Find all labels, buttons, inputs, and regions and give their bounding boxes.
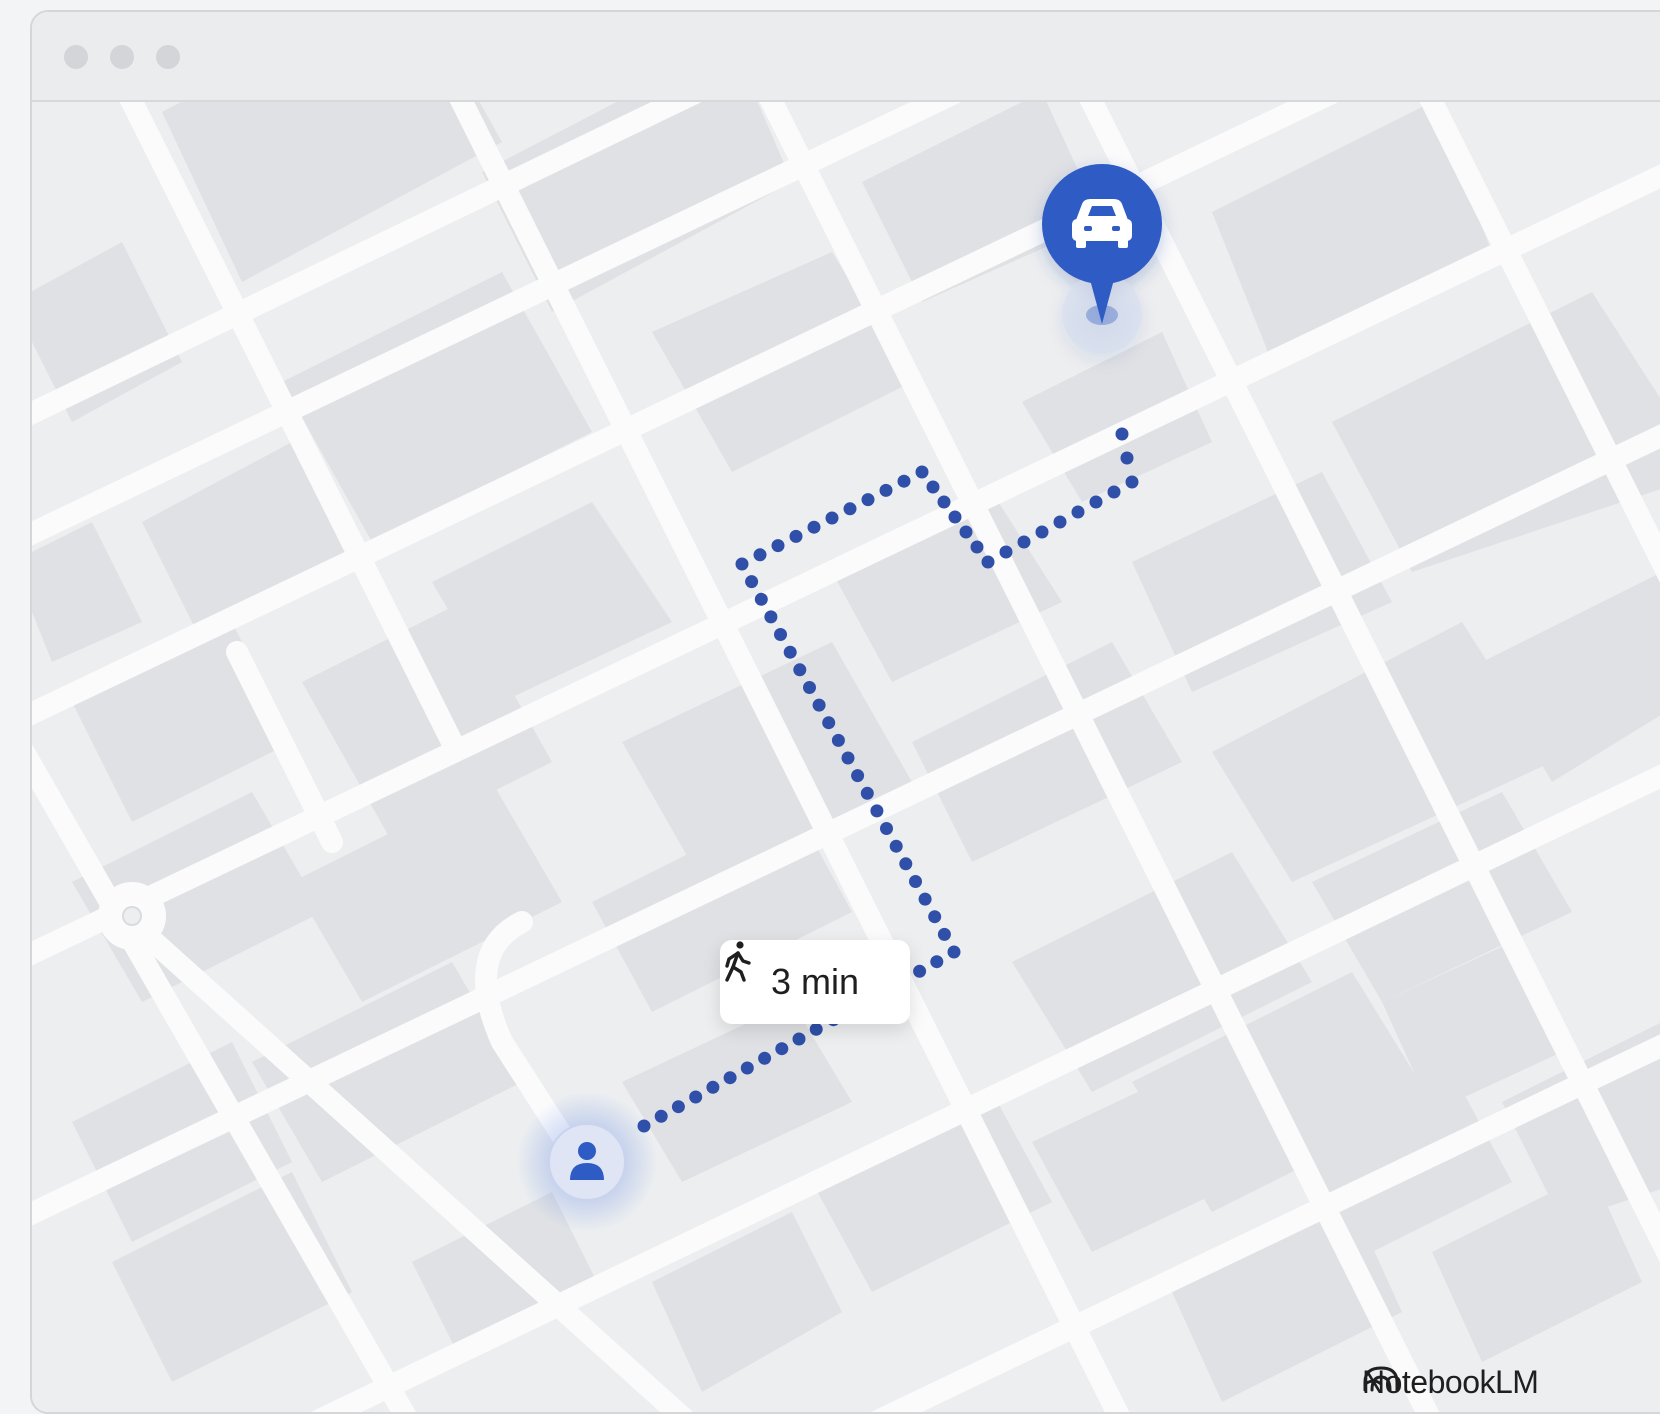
route-dot <box>880 822 893 835</box>
route-dot <box>1107 485 1121 499</box>
route-dot <box>831 733 845 747</box>
roundabout <box>98 882 166 950</box>
route-dot <box>970 540 984 554</box>
route-dot <box>654 1109 668 1123</box>
window-minimize-button[interactable] <box>110 45 134 69</box>
user-location-marker[interactable] <box>517 1092 657 1232</box>
notebooklm-logo-icon <box>1363 1366 1399 1392</box>
walking-time-label: 3 min <box>770 961 860 1002</box>
window-maximize-button[interactable] <box>156 45 180 69</box>
route-dot <box>1125 475 1139 489</box>
walking-time-badge: 3 min <box>720 940 910 1024</box>
window-close-button[interactable] <box>64 45 88 69</box>
route-dot <box>753 548 767 562</box>
route-dot <box>789 529 803 543</box>
route-dot <box>981 555 995 569</box>
map-canvas[interactable]: 3 min NotebookLM <box>32 102 1660 1412</box>
route-dot <box>754 592 768 606</box>
route-dot <box>1089 495 1103 509</box>
browser-window: 3 min NotebookLM <box>30 10 1660 1414</box>
route-dot <box>723 1071 737 1085</box>
route-dot <box>937 927 951 941</box>
route-dot <box>897 474 911 488</box>
route-dot <box>793 663 807 677</box>
route-dot <box>822 716 836 730</box>
route-dot <box>775 1042 789 1056</box>
route-dot <box>947 945 961 959</box>
route-dot <box>1053 515 1067 529</box>
route-dot <box>909 875 922 888</box>
route-dot <box>771 539 785 553</box>
route-dot <box>841 751 855 765</box>
route-dot <box>1120 451 1134 465</box>
route-dot <box>774 628 787 641</box>
route-dot <box>803 681 816 694</box>
route-dot <box>689 1090 703 1104</box>
route-dot <box>999 545 1013 559</box>
route-dot <box>758 1051 772 1065</box>
route-dot <box>1017 535 1031 549</box>
route-dot <box>928 910 942 924</box>
route-dot <box>1071 505 1085 519</box>
route-dot <box>915 465 929 479</box>
route-dot <box>740 1061 754 1075</box>
route-dot <box>807 520 821 534</box>
route-dot <box>861 493 875 507</box>
route-dot <box>764 610 778 624</box>
route-dot <box>913 964 927 978</box>
route-dot <box>889 839 903 853</box>
route-dot <box>930 955 944 969</box>
route-dot <box>735 557 749 571</box>
route-dot <box>899 857 913 871</box>
route-dot <box>671 1100 685 1114</box>
map-svg <box>32 102 1660 1412</box>
route-dot <box>745 575 759 589</box>
route-dot <box>1115 427 1129 441</box>
route-dot <box>926 480 940 494</box>
route-dot <box>812 698 826 712</box>
route-dot <box>825 511 839 525</box>
route-dot <box>851 769 865 783</box>
route-dot <box>879 483 893 497</box>
walking-icon <box>725 941 751 982</box>
route-dot <box>860 786 874 800</box>
route-dot <box>948 510 962 524</box>
route-dot <box>783 645 797 659</box>
route-dot <box>706 1080 720 1094</box>
route-dot <box>918 892 932 906</box>
route-dot <box>937 495 951 509</box>
route-dot <box>843 502 857 516</box>
route-dot <box>870 804 884 818</box>
route-dot <box>1035 525 1049 539</box>
route-dot <box>809 1022 823 1036</box>
route-dot <box>792 1032 806 1046</box>
window-titlebar <box>32 12 1660 102</box>
brand-watermark: NotebookLM <box>1362 1364 1539 1401</box>
route-dot <box>959 525 973 539</box>
